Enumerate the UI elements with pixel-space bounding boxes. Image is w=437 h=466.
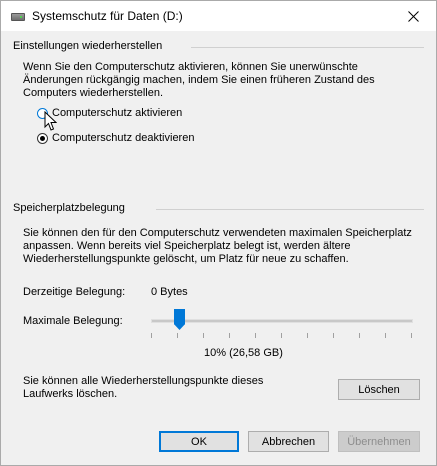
delete-description: Sie können alle Wiederherstellungspunkte…	[23, 375, 264, 400]
slider-tick	[359, 333, 360, 338]
slider-tick	[229, 333, 230, 338]
mouse-cursor-icon	[44, 111, 57, 131]
ok-button[interactable]: OK	[159, 431, 239, 452]
close-icon	[408, 10, 419, 22]
slider-tick	[255, 333, 256, 338]
slider-tick	[177, 333, 178, 338]
close-button[interactable]	[391, 1, 436, 31]
storage-description: Sie können den für den Computerschutz ve…	[23, 227, 412, 265]
max-usage-label: Maximale Belegung:	[23, 315, 123, 327]
radio-label: Computerschutz deaktivieren	[52, 132, 195, 144]
slider-tick	[151, 333, 152, 338]
radio-disable-protection[interactable]: Computerschutz deaktivieren	[37, 131, 194, 145]
slider-tick	[411, 333, 412, 338]
slider-tick	[385, 333, 386, 338]
storage-header: Speicherplatzbelegung	[13, 202, 125, 214]
slider-tick	[281, 333, 282, 338]
slider-tick	[333, 333, 334, 338]
delete-button[interactable]: Löschen	[338, 379, 420, 400]
restore-description: Wenn Sie den Computerschutz aktivieren, …	[23, 61, 375, 99]
restore-settings-header: Einstellungen wiederherstellen	[13, 40, 163, 52]
max-usage-slider[interactable]	[151, 319, 413, 323]
title-bar: Systemschutz für Daten (D:)	[1, 1, 436, 31]
apply-button[interactable]: Übernehmen	[338, 431, 420, 452]
drive-icon	[11, 13, 25, 21]
slider-readout: 10% (26,58 GB)	[204, 347, 283, 359]
cancel-button[interactable]: Abbrechen	[248, 431, 329, 452]
current-usage-value: 0 Bytes	[151, 286, 188, 298]
system-protection-dialog: Systemschutz für Daten (D:) Einstellunge…	[0, 0, 437, 466]
slider-thumb[interactable]	[174, 309, 185, 330]
slider-tick	[203, 333, 204, 338]
radio-label: Computerschutz aktivieren	[52, 107, 183, 119]
group-divider	[191, 47, 424, 48]
radio-enable-protection[interactable]: Computerschutz aktivieren	[37, 106, 182, 120]
group-divider	[156, 209, 424, 210]
current-usage-label: Derzeitige Belegung:	[23, 286, 126, 298]
slider-tick	[307, 333, 308, 338]
window-title: Systemschutz für Daten (D:)	[32, 9, 183, 23]
radio-button[interactable]	[37, 132, 48, 144]
